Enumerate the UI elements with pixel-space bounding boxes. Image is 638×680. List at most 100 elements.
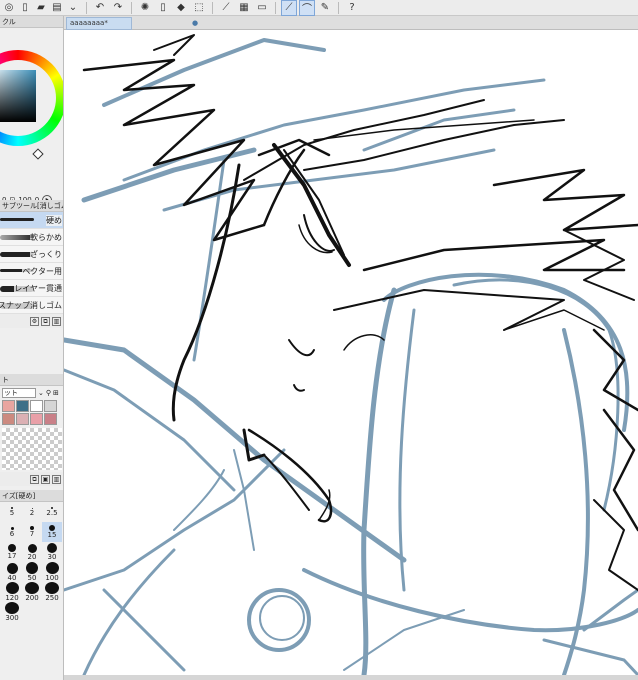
brush-size-preset[interactable]: 100	[42, 562, 62, 582]
brush-size-preset[interactable]: 120	[2, 582, 22, 602]
subtool-item[interactable]: 軟らかめ	[0, 229, 63, 246]
brush-size-label: 250	[45, 594, 59, 602]
brush-size-preset[interactable]: 2	[22, 502, 42, 522]
brush-size-label: 50	[27, 574, 37, 582]
saturation-value-square[interactable]	[0, 70, 36, 122]
copy-icon[interactable]: ⧉	[30, 474, 39, 484]
brush-size-preset[interactable]: 5	[2, 502, 22, 522]
selection-clear-icon[interactable]: ⟋	[219, 1, 233, 15]
color-panel-title: クル	[0, 16, 63, 28]
subtool-item[interactable]: レイヤー貫通	[0, 280, 63, 297]
close-tab-icon[interactable]: ●	[192, 19, 198, 27]
subtool-item[interactable]: ベクター用	[0, 263, 63, 280]
document-tab[interactable]: aaaaaaaa*	[66, 17, 132, 30]
toolbar-divider	[338, 1, 339, 14]
clip-studio-window: ◎ ▯ ▰ ▤ ⌄ ↶ ↷ ✺ ▯ ◆ ⬚ ⟋ ▦ ▭ ⟋ ⌒ ✎ ? クル サ…	[0, 0, 638, 680]
brush-size-preset[interactable]: 2.5	[42, 502, 62, 522]
brush-size-label: 2	[29, 508, 35, 517]
help-icon[interactable]: ?	[345, 1, 359, 15]
subtool-settings-icon[interactable]: ⚙	[30, 316, 39, 326]
chevron-down-icon[interactable]: ⌄	[66, 1, 80, 15]
trash-icon[interactable]: ▥	[52, 474, 61, 484]
subtool-item-label: 軟らかめ	[30, 231, 62, 243]
brush-size-preset[interactable]: 6	[2, 522, 22, 542]
subtool-item-label: ベクター用	[22, 265, 62, 277]
brush-size-grid: 5 2 2.5 6 7 15 17 20 30 40 50 100 120 20…	[0, 502, 63, 622]
subtool-item[interactable]: 硬め	[0, 212, 63, 229]
snap-ruler-icon[interactable]: ⟋	[281, 0, 297, 16]
brush-size-label: 200	[25, 594, 39, 602]
color-swatch[interactable]	[30, 400, 43, 412]
color-set-footer: ⧉ ▣ ▥	[0, 472, 63, 486]
toolbar-divider	[86, 1, 87, 14]
subtool-item[interactable]: ざっくり	[0, 246, 63, 263]
color-swatch[interactable]	[16, 400, 29, 412]
color-swatch-grid	[0, 399, 63, 426]
color-swatch[interactable]	[44, 400, 57, 412]
fill-icon[interactable]: ◆	[174, 1, 188, 15]
subtool-item-label: スナップ消しゴム	[0, 299, 62, 311]
brush-size-title: イズ[硬め]	[0, 490, 63, 502]
pen-icon[interactable]: ✎	[318, 1, 332, 15]
subtool-item-label: レイヤー貫通	[14, 282, 62, 294]
redo-icon[interactable]: ↷	[111, 1, 125, 15]
toolbar-divider	[131, 1, 132, 14]
brush-size-label: 300	[5, 614, 19, 622]
undo-icon[interactable]: ↶	[93, 1, 107, 15]
brush-size-label: 120	[5, 594, 19, 602]
snap-special-ruler-icon[interactable]: ⌒	[299, 0, 315, 16]
color-swatch[interactable]	[16, 413, 29, 425]
toolbar-divider	[212, 1, 213, 14]
brush-size-preset[interactable]: 17	[2, 542, 22, 562]
open-icon[interactable]: ▰	[34, 1, 48, 15]
brush-size-label: 17	[7, 552, 17, 560]
brush-size-preset[interactable]: 20	[22, 542, 42, 562]
subtool-item[interactable]: スナップ消しゴム	[0, 297, 63, 314]
brush-size-preset[interactable]: 300	[2, 602, 22, 622]
color-wheel-panel: 0 ⊡ 100 0 ▸	[0, 28, 63, 205]
save-icon[interactable]: ▤	[50, 1, 64, 15]
toolbar-divider	[275, 1, 276, 14]
transform-icon[interactable]: ⬚	[192, 1, 206, 15]
add-color-icon[interactable]: ⊞	[53, 389, 59, 397]
color-swatch[interactable]	[44, 413, 57, 425]
selection-layer-icon[interactable]: ▭	[255, 1, 269, 15]
new-icon[interactable]: ▯	[18, 1, 32, 15]
color-set-panel: ト ット ⌄ ⚲ ⊞ ⧉ ▣ ▥	[0, 374, 63, 486]
brush-size-preset[interactable]: 50	[22, 562, 42, 582]
trash-icon[interactable]: ▥	[52, 316, 61, 326]
subtool-panel: サブツール[消しゴム] 硬め 軟らかめ ざっくり ベクター用 レイヤー貫通 スナ…	[0, 200, 63, 328]
left-panel: クル 0 ⊡ 100 0 ▸ サブツール[消しゴム] 硬め 軟らかめ ざっくり …	[0, 16, 64, 680]
brush-size-preset[interactable]: 200	[22, 582, 42, 602]
brush-size-preset[interactable]: 15	[42, 522, 62, 542]
brush-size-preset[interactable]: 250	[42, 582, 62, 602]
brush-size-label: 30	[47, 553, 57, 561]
color-swatch[interactable]	[2, 400, 15, 412]
brush-size-preset[interactable]: 30	[42, 542, 62, 562]
subtool-panel-footer: ⚙ ⧉ ▥	[0, 314, 63, 328]
settings-icon[interactable]: ◎	[2, 1, 16, 15]
brush-size-preset[interactable]: 40	[2, 562, 22, 582]
brush-size-panel: イズ[硬め] 5 2 2.5 6 7 15 17 20 30 40 50 100…	[0, 490, 63, 622]
command-bar-left: ◎ ▯ ▰ ▤	[0, 0, 64, 16]
chevron-down-icon[interactable]: ⌄	[38, 389, 44, 397]
clear-icon[interactable]: ▯	[156, 1, 170, 15]
document-tab-bar: aaaaaaaa* ●	[64, 16, 638, 30]
brush-size-label: 6	[9, 529, 15, 538]
hue-marker[interactable]	[32, 148, 44, 160]
brush-size-label: 5	[9, 509, 15, 517]
spinner-icon[interactable]: ✺	[138, 1, 152, 15]
color-set-title: ト	[0, 374, 63, 386]
empty-swatch-area[interactable]	[2, 428, 62, 470]
subtool-list: 硬め 軟らかめ ざっくり ベクター用 レイヤー貫通 スナップ消しゴム	[0, 212, 63, 314]
selection-invert-icon[interactable]: ▦	[237, 1, 251, 15]
brush-size-preset[interactable]: 7	[22, 522, 42, 542]
brush-size-label: 2.5	[46, 509, 58, 517]
duplicate-icon[interactable]: ⧉	[41, 316, 50, 326]
drawing-canvas[interactable]	[64, 30, 638, 675]
color-swatch[interactable]	[30, 413, 43, 425]
color-swatch[interactable]	[2, 413, 15, 425]
paste-icon[interactable]: ▣	[41, 474, 50, 484]
search-icon[interactable]: ⚲	[46, 389, 51, 397]
color-set-dropdown[interactable]: ット	[2, 387, 36, 398]
